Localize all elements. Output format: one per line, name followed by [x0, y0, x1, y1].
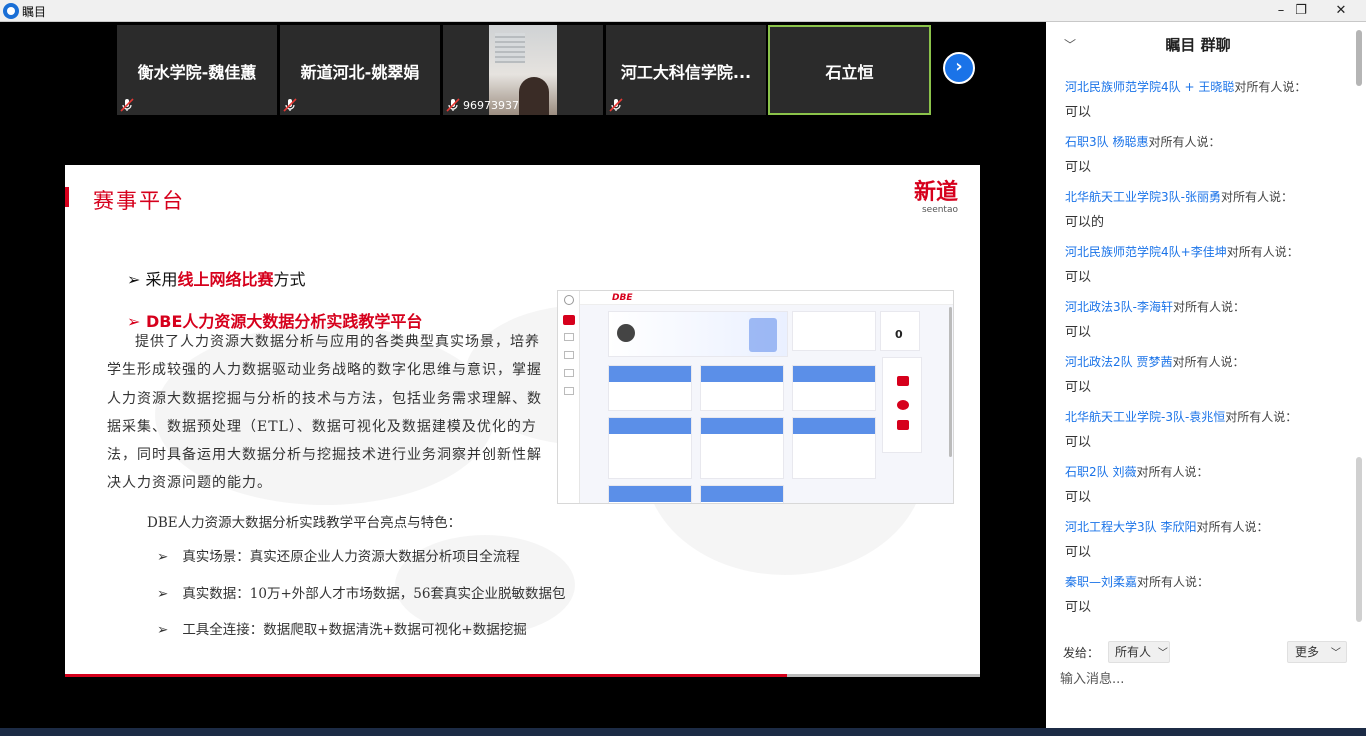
message-text: 可以	[1065, 270, 1092, 285]
send-to-select[interactable]: 所有人 ﹀	[1108, 641, 1170, 663]
platform-module-card	[700, 417, 784, 479]
platform-topbar: DBE	[580, 291, 953, 305]
platform-module-card	[608, 417, 692, 479]
chat-panel: ﹀ 瞩目 群聊 河北民族师范学院4队 + 王晓聪对所有人说： 可以 石职3队 杨…	[1046, 22, 1366, 736]
arrow-bullet-icon: ➢	[157, 586, 169, 602]
platform-tools-card	[882, 357, 922, 453]
platform-screenshot: DBE 0	[557, 290, 954, 504]
feature-item: ➢ 工具全连接：数据爬取+数据清洗+数据可视化+数据挖掘	[157, 622, 527, 638]
mic-muted-icon	[446, 98, 460, 112]
message-sender[interactable]: 秦职—刘柔嘉	[1065, 575, 1137, 589]
message-text: 可以	[1065, 545, 1092, 560]
platform-banner	[608, 311, 788, 357]
slide-title-bar	[65, 187, 69, 207]
message-text: 可以	[1065, 160, 1092, 175]
feature-item: ➢ 真实场景：真实还原企业人力资源大数据分析项目全流程	[157, 549, 520, 565]
mic-muted-icon	[283, 98, 297, 112]
message-sender[interactable]: 石职3队 杨聪惠	[1065, 135, 1148, 149]
participant-tile-video[interactable]: 96973937	[443, 25, 603, 115]
arrow-bullet-icon: ➢	[157, 622, 169, 638]
slide-footer-bar-grey	[787, 674, 980, 677]
scrollbar-thumb[interactable]	[1356, 30, 1362, 86]
features-heading: DBE人力资源大数据分析实践教学平台亮点与特色：	[147, 515, 462, 531]
message-sender[interactable]: 河北民族师范学院4队+李佳坤	[1065, 245, 1227, 259]
message-sender[interactable]: 石职2队 刘薇	[1065, 465, 1136, 479]
title-bar: 瞩目 – ❐ ✕	[0, 0, 1366, 22]
message-text: 可以	[1065, 325, 1092, 340]
brand-logo: 新道 seentao	[913, 180, 958, 216]
message-sender[interactable]: 河北民族师范学院4队 + 王晓聪	[1065, 80, 1234, 94]
participant-name: 衡水学院-魏佳蕙	[137, 63, 257, 82]
mic-muted-icon	[120, 98, 134, 112]
close-button[interactable]: ✕	[1321, 0, 1361, 21]
participant-tile-active[interactable]: 石立恒	[768, 25, 931, 115]
platform-logo: DBE	[612, 293, 633, 303]
platform-module-card	[700, 365, 784, 411]
scrollbar-track-highlight	[1356, 457, 1362, 622]
arrow-bullet-icon: ➢	[157, 549, 169, 565]
brand-name-en: seentao	[921, 205, 958, 215]
platform-module-card	[792, 417, 876, 479]
bullet-online-competition: ➢ 采用线上网络比赛方式	[127, 270, 306, 289]
message-input[interactable]	[1060, 668, 1350, 690]
chat-message: 石职3队 杨聪惠对所有人说： 可以	[1065, 133, 1345, 175]
participant-tile[interactable]: 新道河北-姚翠娟	[280, 25, 440, 115]
slide-title: 赛事平台	[93, 189, 185, 213]
message-text: 可以	[1065, 490, 1092, 505]
chat-message: 河北民族师范学院4队 + 王晓聪对所有人说： 可以	[1065, 78, 1345, 120]
slide-footer-bar	[65, 674, 787, 677]
app-logo-icon	[3, 3, 19, 19]
platform-module-card	[792, 365, 876, 411]
message-text: 可以	[1065, 380, 1092, 395]
chevron-right-icon: ›	[955, 56, 963, 77]
restore-button[interactable]: ❐	[1281, 0, 1321, 21]
participant-name: 河工大科信学院...	[620, 63, 752, 82]
message-sender[interactable]: 北华航天工业学院3队-张丽勇	[1065, 190, 1221, 204]
chat-message: 河北政法2队 贾梦茜对所有人说： 可以	[1065, 353, 1345, 395]
platform-module-card	[700, 485, 784, 503]
participant-tile[interactable]: 河工大科信学院...	[606, 25, 766, 115]
feature-item: ➢ 真实数据：10万+外部人才市场数据，56套真实企业脱敏数据包	[157, 586, 566, 602]
app-title: 瞩目	[22, 5, 47, 19]
platform-count-card: 0	[880, 311, 920, 351]
chevron-down-icon: ﹀	[1157, 648, 1168, 659]
platform-description: 提供了人力资源大数据分析与应用的各类典型真实场景，培养学生形成较强的人力数据驱动…	[107, 334, 542, 492]
platform-scrollbar	[949, 307, 952, 457]
message-sender[interactable]: 河北政法2队 贾梦茜	[1065, 355, 1172, 369]
chat-scrollbar[interactable]	[1354, 22, 1364, 622]
message-text: 可以	[1065, 435, 1092, 450]
video-area: 衡水学院-魏佳蕙 新道河北-姚翠娟 96973937 河工大科信学院... 石立…	[0, 22, 1046, 736]
message-text: 可以的	[1065, 215, 1105, 230]
more-button[interactable]: 更多 ﹀	[1287, 641, 1347, 663]
chat-message: 北华航天工业学院3队-张丽勇对所有人说： 可以的	[1065, 188, 1345, 230]
message-text: 可以	[1065, 600, 1092, 615]
platform-module-card	[608, 485, 692, 503]
participant-name: 新道河北-姚翠娟	[300, 63, 420, 82]
participant-tile[interactable]: 衡水学院-魏佳蕙	[117, 25, 277, 115]
chat-message: 河北民族师范学院4队+李佳坤对所有人说： 可以	[1065, 243, 1345, 285]
next-page-button[interactable]: ›	[943, 52, 975, 84]
mic-muted-icon	[609, 98, 623, 112]
message-text: 可以	[1065, 105, 1092, 120]
chevron-down-icon: ﹀	[1330, 648, 1341, 659]
chat-title: 瞩目 群聊	[1165, 36, 1231, 54]
message-sender[interactable]: 北华航天工业学院-3队-袁兆恒	[1065, 410, 1225, 424]
taskbar	[0, 728, 1366, 736]
message-sender[interactable]: 河北政法3队-李海轩	[1065, 300, 1173, 314]
participant-name: 石立恒	[825, 63, 874, 82]
chat-message: 秦职—刘柔嘉对所有人说： 可以	[1065, 573, 1345, 615]
platform-sidebar	[558, 291, 580, 503]
participant-id: 96973937	[463, 99, 519, 112]
chat-message: 石职2队 刘薇对所有人说： 可以	[1065, 463, 1345, 505]
chat-message: 河北工程大学3队 李欣阳对所有人说： 可以	[1065, 518, 1345, 560]
chat-message: 河北政法3队-李海轩对所有人说： 可以	[1065, 298, 1345, 340]
shared-slide: 赛事平台 新道 seentao ➢ 采用线上网络比赛方式 ➢ DBE人力资源大数…	[65, 165, 980, 677]
chat-message: 北华航天工业学院-3队-袁兆恒对所有人说： 可以	[1065, 408, 1345, 450]
platform-module-card	[608, 365, 692, 411]
send-to-label: 发给：	[1063, 646, 1100, 660]
arrow-bullet-icon: ➢	[127, 270, 141, 289]
platform-todo-card	[792, 311, 876, 351]
message-sender[interactable]: 河北工程大学3队 李欣阳	[1065, 520, 1196, 534]
brand-name: 新道	[913, 180, 958, 205]
